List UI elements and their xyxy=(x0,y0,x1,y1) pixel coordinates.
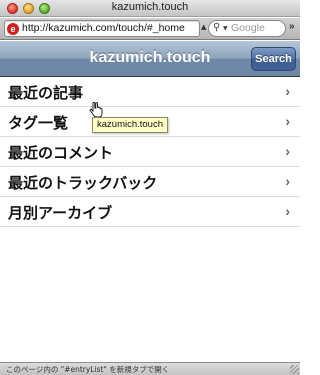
browser-toolbar: e http://kazumich.com/touch/#_home ▲ ⚲ ▼… xyxy=(0,18,300,40)
window-title: kazumich.touch xyxy=(111,1,189,13)
menu-item-recent-trackbacks[interactable]: 最近のトラックバック › xyxy=(0,167,300,197)
menu-item-label: 最近の記事 xyxy=(8,84,84,102)
magnifier-icon[interactable]: ⚲ xyxy=(213,22,220,33)
menu-item-recent-comments[interactable]: 最近のコメント › xyxy=(0,137,300,167)
address-dropdown-icon[interactable]: ▲ xyxy=(201,23,206,31)
chevron-right-icon: › xyxy=(285,83,290,99)
search-engine-dropdown-icon[interactable]: ▼ xyxy=(223,25,228,32)
chevron-right-icon: › xyxy=(285,203,290,219)
resize-grip-icon[interactable] xyxy=(290,365,299,374)
menu-item-label: 月別アーカイブ xyxy=(8,204,113,222)
status-bar: このページ内の "#entryList" を新規タブで開く xyxy=(0,362,300,375)
status-text: このページ内の "#entryList" を新規タブで開く xyxy=(6,365,170,374)
menu-item-label: 最近のコメント xyxy=(8,144,114,162)
site-favicon-icon: e xyxy=(7,23,19,35)
hand-cursor-icon xyxy=(89,102,103,118)
search-field-placeholder: Google xyxy=(231,22,265,34)
link-tooltip: kazumich.touch xyxy=(92,117,169,133)
toolbar-overflow-icon[interactable]: » xyxy=(289,21,295,32)
chevron-right-icon: › xyxy=(285,173,290,189)
window-titlebar: kazumich.touch xyxy=(0,0,300,17)
menu-item-label: タグ一覧 xyxy=(8,114,69,132)
app-header: kazumich.touch Search xyxy=(0,41,300,77)
chevron-right-icon: › xyxy=(285,143,290,159)
search-field[interactable]: ⚲ ▼ Google xyxy=(208,20,286,37)
address-bar-url[interactable]: http://kazumich.com/touch/#_home xyxy=(22,22,185,34)
menu-item-monthly-archive[interactable]: 月別アーカイブ › xyxy=(0,197,300,227)
search-button[interactable]: Search xyxy=(251,47,296,71)
address-bar[interactable]: e http://kazumich.com/touch/#_home xyxy=(4,20,200,37)
menu-item-recent-entries[interactable]: 最近の記事 › xyxy=(0,77,300,107)
menu-item-label: 最近のトラックバック xyxy=(8,174,158,192)
menu-list: 最近の記事 › タグ一覧 › 最近のコメント › 最近のトラックバック › 月別… xyxy=(0,77,300,227)
chevron-right-icon: › xyxy=(285,113,290,129)
